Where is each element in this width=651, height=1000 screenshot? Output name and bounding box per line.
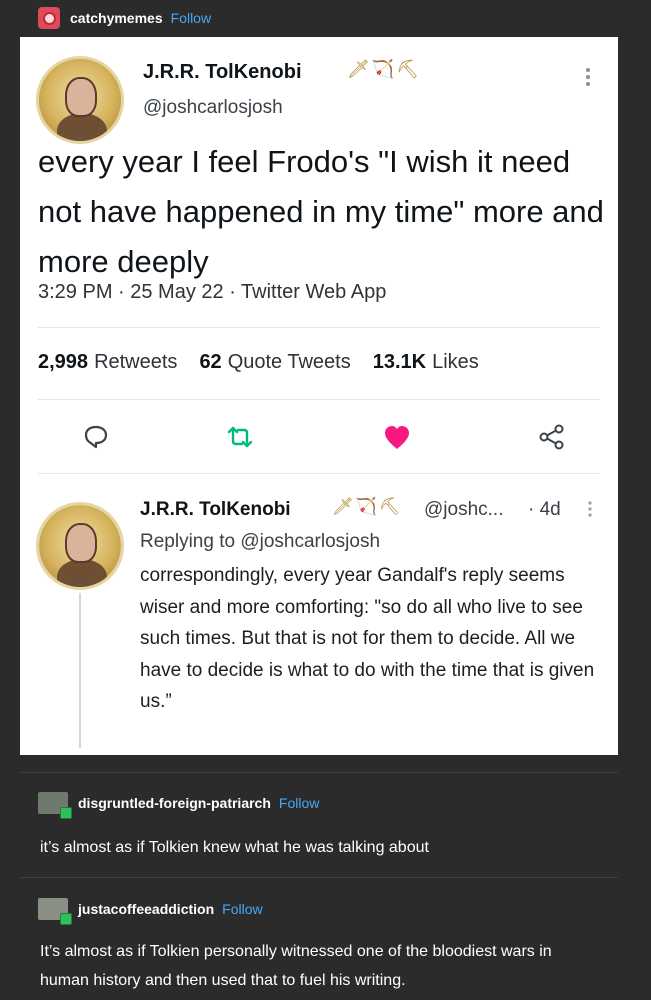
avatar-head	[65, 523, 97, 563]
reblog-divider	[20, 877, 618, 878]
tweet-text: every year I feel Frodo's "I wish it nee…	[38, 144, 604, 279]
reply-name-emoji-icons: 🗡🏹⛏	[332, 497, 403, 516]
tweet-stats: 2,998 Retweets 62 Quote Tweets 13.1K Likes	[38, 351, 501, 374]
more-options-icon[interactable]	[582, 65, 594, 89]
reply-icon[interactable]	[76, 417, 116, 457]
thread-line	[79, 593, 81, 748]
share-icon[interactable]	[532, 417, 572, 457]
reblog-header: justacoffeeaddiction Follow	[38, 898, 263, 925]
tweet-actions	[20, 417, 618, 457]
quotes-label: Quote Tweets	[227, 351, 351, 373]
retweets-count: 2,998	[38, 351, 89, 373]
retweets-stat[interactable]: 2,998 Retweets	[38, 351, 177, 374]
op-blog-name[interactable]: catchymemes	[70, 10, 163, 26]
likes-count: 13.1K	[372, 351, 427, 373]
tweet-avatar[interactable]	[36, 56, 124, 144]
reblog-header: disgruntled-foreign-patriarch Follow	[38, 792, 319, 819]
avatar-head	[65, 77, 97, 117]
reply-avatar[interactable]	[36, 502, 124, 590]
avatar-face-icon	[42, 11, 56, 25]
replying-to: Replying to @joshcarlosjosh	[140, 531, 381, 552]
op-header: catchymemes Follow	[38, 6, 211, 30]
reblog-divider	[20, 772, 618, 773]
reblog-badge-icon	[60, 807, 72, 819]
reply-time[interactable]: · 4d	[528, 499, 561, 521]
heart-icon[interactable]	[377, 417, 417, 457]
reply-display-name[interactable]: J.R.R. TolKenobi	[140, 499, 291, 521]
reply-text: correspondingly, every year Gandalf's re…	[140, 565, 595, 712]
op-avatar[interactable]	[38, 7, 60, 29]
divider	[38, 473, 600, 474]
retweet-icon[interactable]	[220, 417, 260, 457]
reblog-text: It’s almost as if Tolkien personally wit…	[40, 943, 552, 989]
avatar-body	[57, 559, 107, 587]
more-options-icon[interactable]	[586, 499, 594, 524]
tweet-timestamp[interactable]: 3:29 PM · 25 May 22 · Twitter Web App	[38, 281, 386, 304]
reblog-blog-name[interactable]: disgruntled-foreign-patriarch	[78, 795, 271, 811]
tweet-screenshot: J.R.R. TolKenobi 🗡🏹⛏ @joshcarlosjosh eve…	[20, 37, 618, 755]
tweet-display-name[interactable]: J.R.R. TolKenobi	[143, 61, 302, 84]
divider	[38, 327, 600, 328]
reblog-follow-button[interactable]: Follow	[222, 901, 262, 917]
divider	[38, 399, 600, 400]
likes-stat[interactable]: 13.1K Likes	[373, 351, 479, 374]
likes-label: Likes	[432, 351, 479, 373]
quotes-count: 62	[199, 351, 222, 373]
quotes-stat[interactable]: 62 Quote Tweets	[199, 351, 350, 374]
tweet-handle[interactable]: @joshcarlosjosh	[143, 97, 283, 119]
reblog-follow-button[interactable]: Follow	[279, 795, 319, 811]
reblog-avatar[interactable]	[38, 792, 72, 819]
reblog-badge-icon	[60, 913, 72, 925]
reply-handle[interactable]: @joshc...	[424, 499, 503, 521]
retweets-label: Retweets	[94, 351, 178, 373]
op-follow-button[interactable]: Follow	[171, 10, 211, 26]
tumblr-post: catchymemes Follow J.R.R. TolKenobi 🗡🏹⛏ …	[0, 0, 651, 1000]
reblog-text: it’s almost as if Tolkien knew what he w…	[40, 839, 429, 856]
name-emoji-icons: 🗡🏹⛏	[347, 59, 422, 79]
reblog-blog-name[interactable]: justacoffeeaddiction	[78, 901, 214, 917]
reblog-avatar[interactable]	[38, 898, 72, 925]
